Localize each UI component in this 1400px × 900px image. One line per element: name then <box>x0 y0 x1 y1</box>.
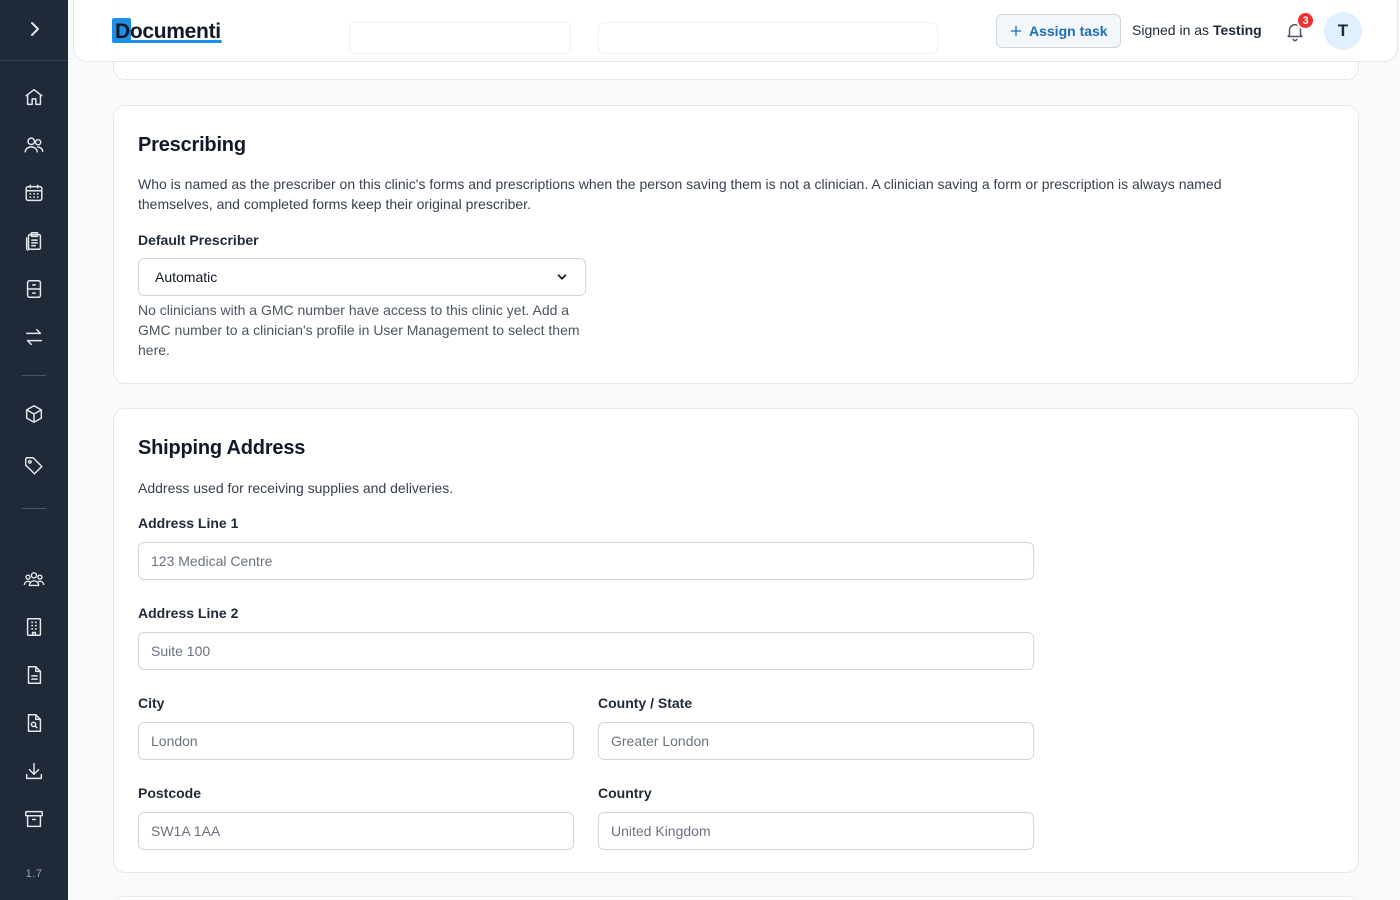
cabinet-icon[interactable] <box>22 277 46 301</box>
avatar[interactable]: T <box>1324 12 1362 50</box>
sidebar-divider <box>22 375 46 376</box>
section-description: Address used for receiving supplies and … <box>138 480 454 496</box>
default-prescriber-label: Default Prescriber <box>138 232 259 248</box>
notification-badge: 3 <box>1296 11 1315 30</box>
signed-in-user: Testing <box>1212 22 1262 38</box>
address-line-1-label: Address Line 1 <box>138 515 239 531</box>
postcode-label: Postcode <box>138 785 202 801</box>
postcode-input[interactable] <box>138 812 574 850</box>
prescriber-helper-text: No clinicians with a GMC number have acc… <box>138 302 580 358</box>
select-value: Automatic <box>155 269 218 285</box>
city-input[interactable] <box>138 722 574 760</box>
users-icon[interactable] <box>22 133 46 157</box>
chevron-down-icon <box>557 274 567 280</box>
home-icon[interactable] <box>22 85 46 109</box>
signed-in-prefix: Signed in as <box>1132 22 1210 38</box>
scrolled-field-ghost <box>598 22 938 54</box>
calendar-icon[interactable] <box>22 181 46 205</box>
expand-sidebar-chevron-icon[interactable] <box>22 17 46 41</box>
section-title: Prescribing <box>138 134 246 156</box>
download-icon[interactable] <box>22 759 46 783</box>
archive-icon[interactable] <box>22 807 46 831</box>
prescribing-section: Prescribing Who is named as the prescrib… <box>113 105 1359 384</box>
tag-icon[interactable] <box>22 454 46 478</box>
sidebar-divider <box>22 508 46 509</box>
shipping-address-section: Shipping Address Address used for receiv… <box>113 408 1359 873</box>
section-description: Who is named as the prescriber on this c… <box>138 176 1222 212</box>
signed-in-status: Signed in as Testing <box>1132 22 1262 38</box>
top-header: Documenti Assign task Signed in as Testi… <box>73 0 1398 62</box>
clipboard-icon[interactable] <box>22 229 46 253</box>
country-label: Country <box>598 785 652 801</box>
box-icon[interactable] <box>22 402 46 426</box>
plus-icon <box>1010 25 1022 37</box>
building-icon[interactable] <box>22 615 46 639</box>
assign-task-button[interactable]: Assign task <box>996 14 1121 48</box>
logo-underline <box>130 40 222 43</box>
country-input[interactable] <box>598 812 1034 850</box>
address-line-2-label: Address Line 2 <box>138 605 239 621</box>
sidebar: 1.7 <box>0 0 68 900</box>
city-label: City <box>138 695 165 711</box>
address-line-2-input[interactable] <box>138 632 1034 670</box>
team-icon[interactable] <box>22 567 46 591</box>
county-state-label: County / State <box>598 695 693 711</box>
default-prescriber-select[interactable]: Automatic <box>138 258 586 296</box>
section-title: Shipping Address <box>138 437 306 459</box>
scrolled-field-ghost <box>349 22 571 54</box>
app-version: 1.7 <box>25 868 43 880</box>
transfer-icon[interactable] <box>22 325 46 349</box>
assign-task-label: Assign task <box>1029 23 1108 39</box>
search-document-icon[interactable] <box>22 711 46 735</box>
app-logo[interactable]: Documenti <box>112 18 222 44</box>
address-line-1-input[interactable] <box>138 542 1034 580</box>
sidebar-top-divider <box>0 60 68 61</box>
county-state-input[interactable] <box>598 722 1034 760</box>
next-section-card <box>113 896 1359 900</box>
document-icon[interactable] <box>22 663 46 687</box>
